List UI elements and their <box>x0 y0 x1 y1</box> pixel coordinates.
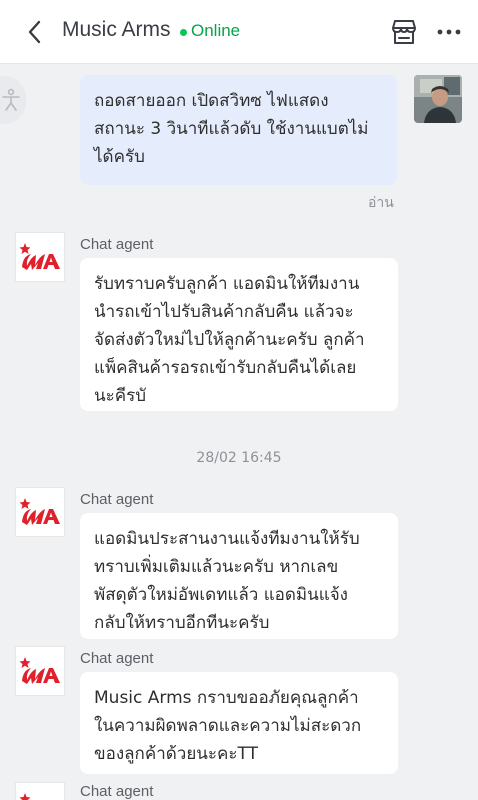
agent-name: Chat agent <box>80 650 154 667</box>
agent-name: Chat agent <box>80 491 154 508</box>
accessibility-icon <box>2 88 20 111</box>
agent-avatar[interactable] <box>15 487 65 537</box>
shop-icon[interactable] <box>388 16 420 48</box>
agent-name: Chat agent <box>80 236 154 253</box>
side-accessibility-button[interactable] <box>0 76 26 124</box>
agent-name: Chat agent <box>80 783 154 800</box>
back-chevron-icon[interactable] <box>22 18 50 46</box>
agent-avatar[interactable] <box>15 232 65 282</box>
music-arms-logo-icon <box>19 793 31 800</box>
outgoing-message[interactable]: ถอดสายออก เปิดสวิทซ ไฟแสดง สถานะ 3 วินาท… <box>80 75 397 185</box>
music-arms-logo-icon <box>19 498 60 525</box>
agent-avatar[interactable] <box>15 646 65 696</box>
music-arms-logo-icon <box>19 243 60 270</box>
incoming-message[interactable]: รับทราบครับลูกค้า แอดมินให้ทีมงาน นำรถเข… <box>80 258 398 411</box>
incoming-message[interactable]: แอดมินประสานงานแจ้งทีมงานให้รับ ทราบเพิ่… <box>80 513 398 639</box>
online-status-label: Online <box>191 21 241 40</box>
date-separator: 28/02 16:45 <box>196 450 282 466</box>
music-arms-logo-icon <box>19 657 60 684</box>
chat-title: Music Arms <box>62 18 171 41</box>
read-receipt: อ่าน <box>368 195 394 211</box>
user-avatar[interactable] <box>414 75 462 123</box>
more-icon[interactable] <box>436 20 462 44</box>
incoming-message[interactable]: Music Arms กราบขออภัยคุณลูกค้า ในความผิด… <box>80 672 398 774</box>
agent-avatar[interactable] <box>15 782 65 800</box>
chat-header: Music Arms Online <box>0 0 478 64</box>
online-status-dot <box>180 29 187 36</box>
user-avatar-photo <box>414 75 462 123</box>
